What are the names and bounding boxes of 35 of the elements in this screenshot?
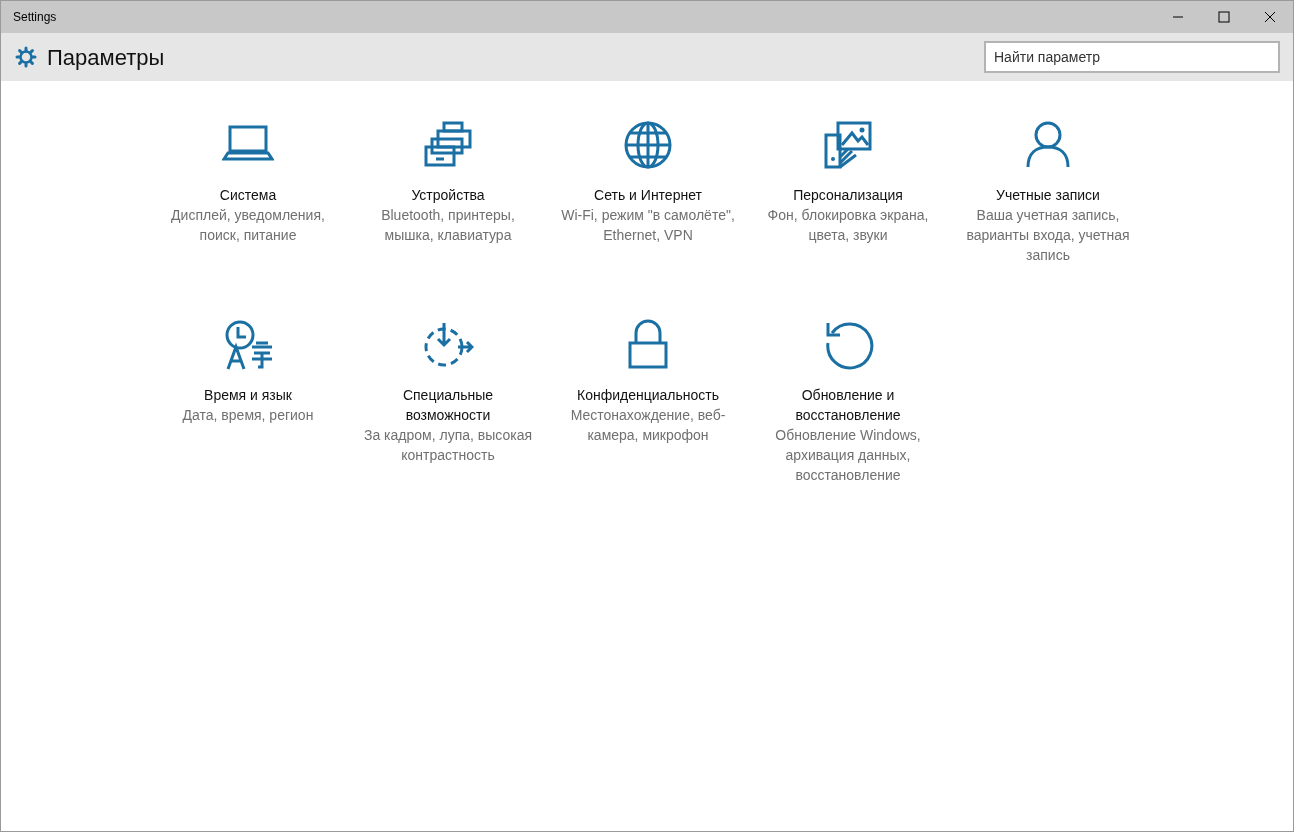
- category-description: Обновление Windows, архивация данных, восстановление: [774, 426, 922, 485]
- settings-category[interactable]: Специальные возможности За кадром, лупа, высокая контрастность: [348, 319, 548, 519]
- page-title: Параметры: [47, 43, 165, 72]
- settings-category[interactable]: Устройства Bluetooth, принтеры, мышка, клавиатура: [348, 119, 548, 319]
- category-title: Время и язык: [204, 386, 292, 405]
- category-title: Обновление и восстановление: [794, 386, 902, 425]
- settings-category[interactable]: Время и язык Дата, время, регион: [148, 319, 348, 519]
- category-description: Местонахождение, веб-камера, микрофон: [569, 406, 727, 445]
- category-description: Wi-Fi, режим "в самолёте", Ethernet, VPN: [560, 206, 736, 245]
- settings-category[interactable]: Персонализация Фон, блокировка экрана, цвета, звуки: [748, 119, 948, 319]
- category-title: Специальные возможности: [401, 386, 495, 425]
- category-title: Система: [219, 186, 277, 205]
- category-description: За кадром, лупа, высокая контрастность: [362, 426, 534, 465]
- settings-category[interactable]: Учетные записи Ваша учетная запись, варианты входа, учетная запись: [948, 119, 1148, 319]
- settings-category[interactable]: Сеть и Интернет Wi-Fi, режим "в самолёте", Ethernet, VPN: [548, 119, 748, 319]
- window-title: Settings: [13, 9, 57, 26]
- category-description: Фон, блокировка экрана, цвета, звуки: [766, 206, 930, 245]
- category-description: Ваша учетная запись, варианты входа, учетная запись: [965, 206, 1131, 265]
- settings-category[interactable]: Система Дисплей, уведомления, поиск, питание: [148, 119, 348, 319]
- category-description: Bluetooth, принтеры, мышка, клавиатура: [380, 206, 516, 245]
- category-title: Сеть и Интернет: [594, 186, 702, 205]
- category-description: Дисплей, уведомления, поиск, питание: [170, 206, 326, 245]
- search-field[interactable]: Найти параметр: [984, 41, 1280, 73]
- category-title: Конфиденциальность: [577, 386, 719, 405]
- category-title: Устройства: [411, 186, 485, 205]
- settings-category[interactable]: Конфиденциальность Местонахождение, веб-камера, микрофон: [548, 319, 748, 519]
- category-title: Персонализация: [793, 186, 903, 205]
- globe-icon: [622, 119, 674, 171]
- maximize-icon: [1218, 11, 1230, 23]
- category-description: Дата, время, регион: [182, 406, 314, 425]
- close-icon: [1264, 11, 1276, 23]
- picture-palette-icon: [822, 119, 874, 171]
- settings-category[interactable]: Обновление и восстановление Обновление Windows, архивация данных, восстановление: [748, 319, 948, 519]
- settings-icon: [15, 46, 37, 68]
- category-title: Учетные записи: [996, 186, 1100, 205]
